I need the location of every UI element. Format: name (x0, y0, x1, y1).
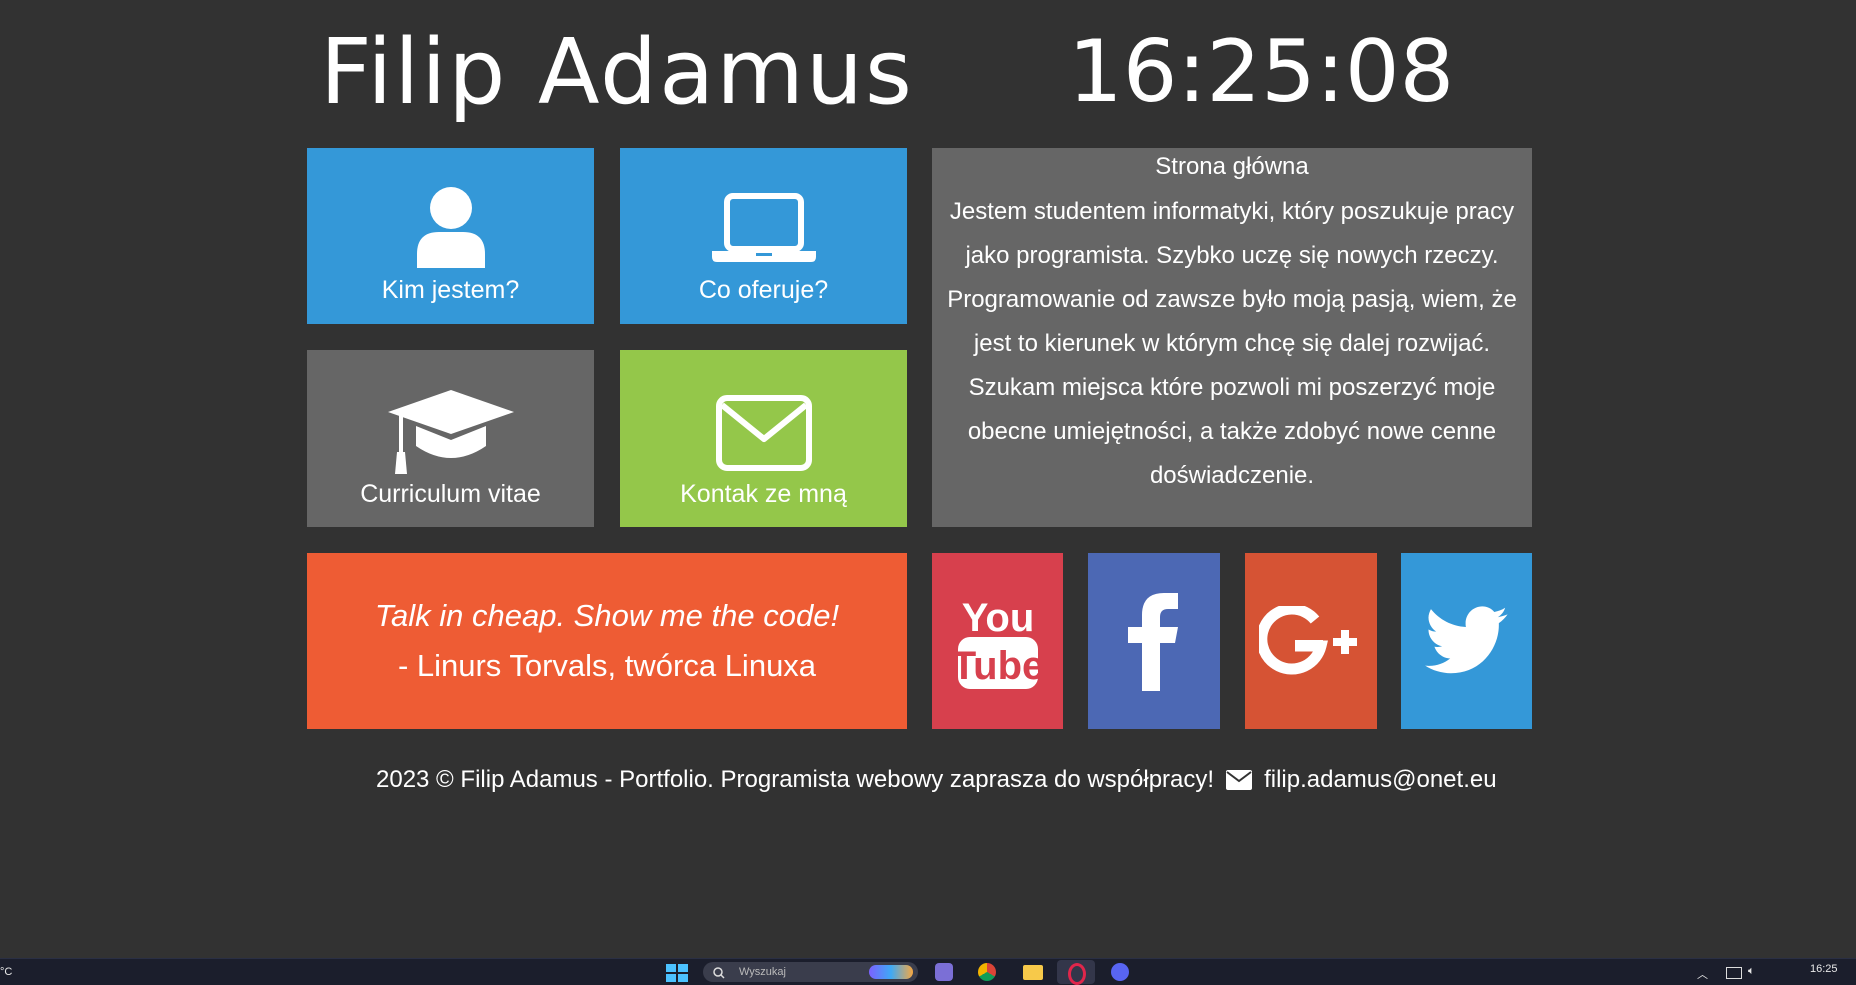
taskbar-weather[interactable]: °C (0, 966, 12, 978)
twitter-link[interactable] (1401, 553, 1532, 729)
facebook-link[interactable] (1088, 553, 1220, 729)
google-plus-link[interactable] (1245, 553, 1377, 729)
twitter-icon (1424, 606, 1508, 674)
clock: 16:25:08 (1068, 22, 1455, 122)
taskbar-time[interactable]: 16:25 (1810, 963, 1838, 975)
google-plus-icon (1259, 606, 1357, 675)
opera-icon[interactable] (1057, 960, 1095, 985)
discord-icon[interactable] (1111, 963, 1129, 981)
about-title: Strona główna (1155, 153, 1309, 180)
tile-about-me[interactable]: Kim jestem? (307, 148, 594, 324)
search-icon (713, 967, 725, 979)
chrome-icon[interactable] (978, 963, 996, 981)
tile-contact-label: Kontak ze mną (680, 480, 847, 508)
facebook-icon (1128, 593, 1178, 691)
footer-email-link[interactable]: filip.adamus@onet.eu (1226, 766, 1497, 794)
tray-chevron-icon[interactable]: ︿ (1697, 966, 1708, 982)
volume-icon[interactable]: 🔈︎ (1748, 965, 1755, 978)
user-icon (416, 187, 485, 268)
youtube-icon: You Tube (956, 596, 1040, 689)
taskbar-search[interactable]: Wyszukaj (703, 962, 918, 982)
about-panel: Strona główna Jestem studentem informaty… (932, 148, 1532, 527)
svg-text:You: You (961, 596, 1034, 640)
footer-copyright: 2023 © Filip Adamus - Portfolio. Program… (376, 766, 1215, 793)
tile-contact[interactable]: Kontak ze mną (620, 350, 907, 527)
taskbar: °C Wyszukaj ︿ 🔈︎ 16:25 (0, 958, 1856, 985)
network-icon[interactable] (1726, 967, 1742, 979)
meet-app-icon[interactable] (935, 963, 953, 981)
tile-cv[interactable]: Curriculum vitae (307, 350, 594, 527)
file-explorer-icon[interactable] (1023, 965, 1043, 980)
tile-offer[interactable]: Co oferuje? (620, 148, 907, 324)
svg-text:Tube: Tube (956, 644, 1040, 688)
quote-panel: Talk in cheap. Show me the code! - Linur… (307, 553, 907, 729)
tile-offer-label: Co oferuje? (698, 276, 829, 304)
opera-logo-icon (1068, 963, 1086, 985)
footer: 2023 © Filip Adamus - Portfolio. Program… (376, 766, 1497, 794)
laptop-icon (711, 193, 816, 262)
quote-text: Talk in cheap. Show me the code! (374, 598, 840, 633)
envelope-icon (715, 395, 812, 471)
tile-about-me-label: Kim jestem? (381, 276, 520, 304)
footer-email: filip.adamus@onet.eu (1264, 766, 1497, 793)
start-icon[interactable] (666, 964, 688, 982)
about-text: Jestem studentem informatyki, który posz… (947, 198, 1517, 489)
youtube-link[interactable]: You Tube (932, 553, 1063, 729)
search-highlight-icon (869, 965, 913, 979)
site-title: Filip Adamus (320, 20, 914, 125)
quote-author: - Linurs Torvals, twórca Linuxa (397, 648, 817, 683)
graduation-cap-icon (387, 390, 514, 474)
envelope-icon (1226, 770, 1253, 790)
taskbar-search-placeholder: Wyszukaj (739, 966, 786, 978)
tile-cv-label: Curriculum vitae (360, 480, 541, 508)
